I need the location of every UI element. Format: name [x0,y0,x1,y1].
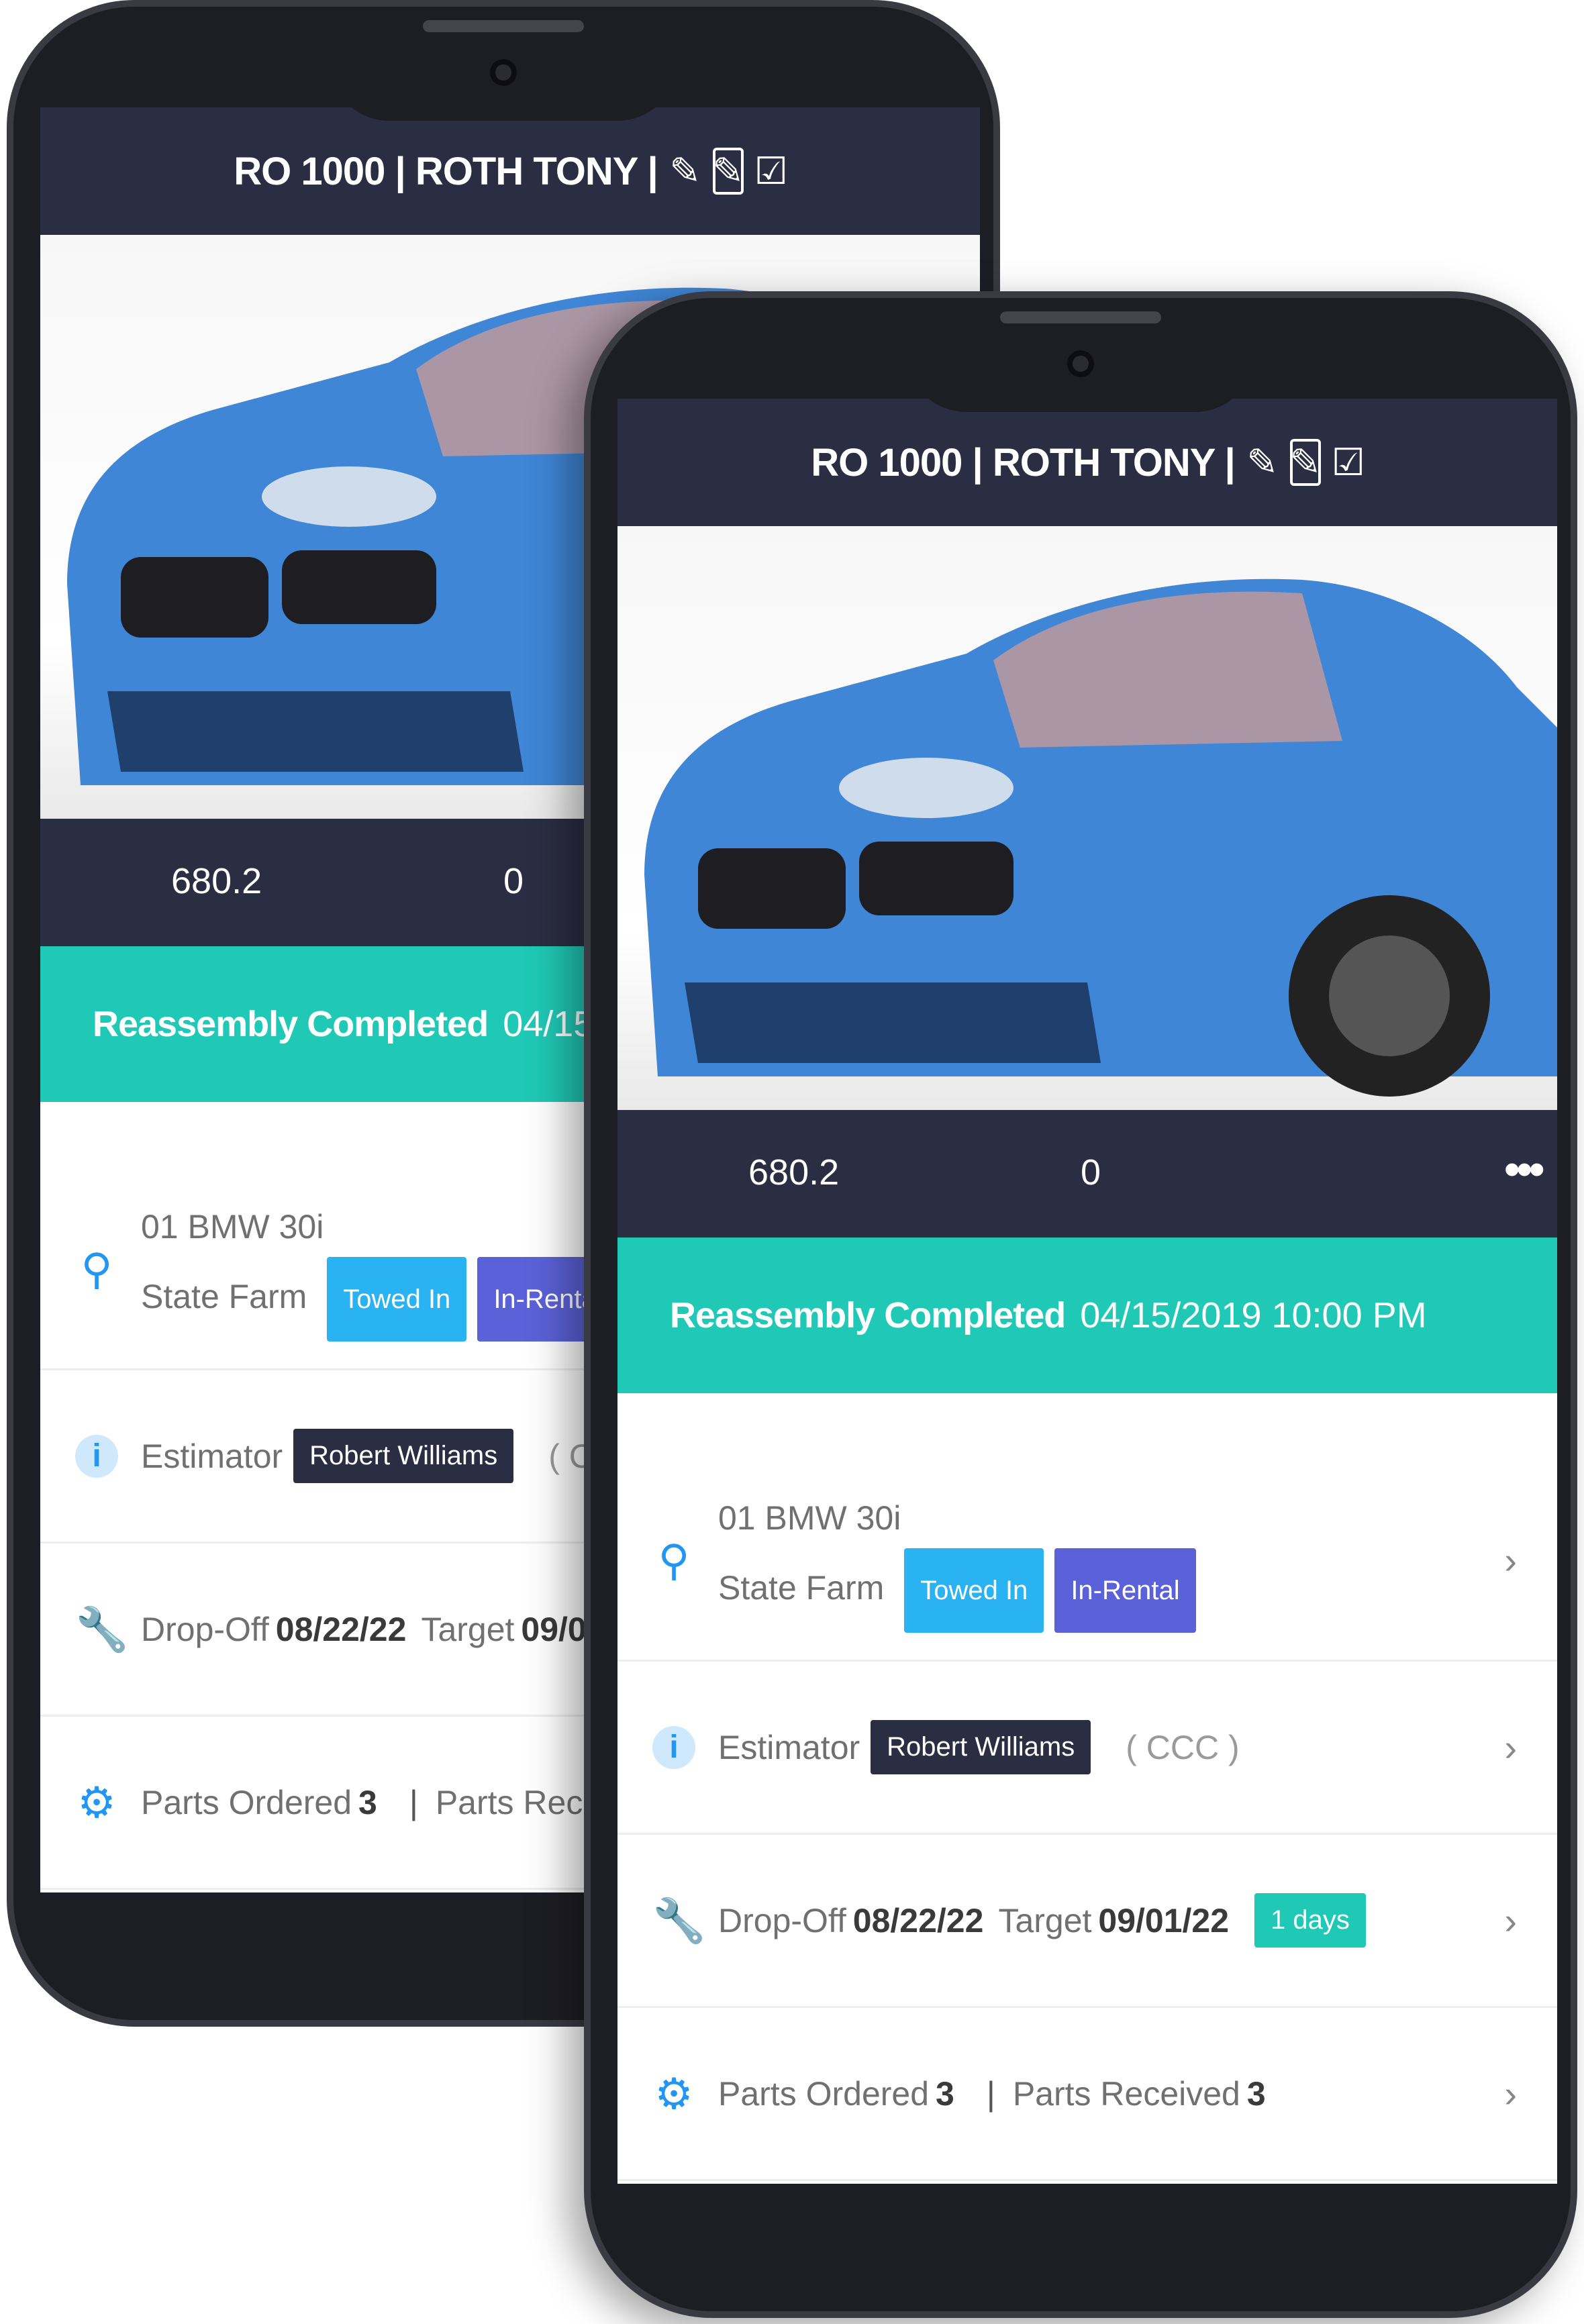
key-icon: ⚲ [658,1535,690,1584]
gear-icon: ⚙ [654,2069,693,2118]
checkbox-icon[interactable]: ☑ [754,148,788,195]
divider: | [409,1783,418,1821]
status-label: Reassembly Completed [670,1295,1066,1335]
stat-amount: 680.2 [171,861,262,901]
vehicle-photo [617,526,1557,1110]
estimator-row[interactable]: i Estimator Robert Williams ( CCC ) › [617,1662,1557,1835]
info-icon: i [75,1434,118,1478]
wrench-icon: 🔧 [652,1896,706,1945]
stats-bar: 680.2 0 ••• [617,1110,1557,1237]
estimator-name-badge: Robert Williams [293,1429,514,1483]
target-label: Target [998,1901,1092,1939]
status-datetime: 04/15/2019 10:00 PM [1080,1295,1427,1335]
detail-list: ⚲ 01 BMW 30i State Farm Towed In In-Renta… [617,1393,1557,2181]
days-badge: 1 days [1254,1893,1366,1948]
parts-ordered-label: Parts Ordered [141,1783,352,1821]
insurer-name: State Farm [141,1277,307,1315]
vehicle-name: 01 BMW 30i [718,1499,901,1537]
pencil-icon[interactable]: ✎ [1246,439,1278,486]
target-date: 09/01/22 [1098,1901,1230,1939]
estimator-system: ( CCC ) [1126,1728,1240,1766]
parts-ordered-label: Parts Ordered [718,2074,930,2113]
parts-ordered-count: 3 [936,2074,954,2113]
vehicle-row[interactable]: ⚲ 01 BMW 30i State Farm Towed In In-Renta… [617,1460,1557,1662]
phone-front: RO 1000 | ROTH TONY | ✎ ✎ ☑ 680.2 0 ••• … [584,291,1577,2318]
header-title: RO 1000 | ROTH TONY | [811,440,1235,485]
dropoff-date: 08/22/22 [275,1610,407,1648]
gear-icon: ⚙ [77,1778,116,1827]
checkbox-icon[interactable]: ☑ [1332,439,1365,486]
camera [490,59,517,86]
stat-amount: 680.2 [748,1152,840,1193]
speaker [423,20,584,32]
estimator-label: Estimator [718,1728,860,1766]
insurer-name: State Farm [718,1568,885,1607]
target-label: Target [421,1610,515,1648]
dropoff-date: 08/22/22 [852,1901,984,1939]
stat-count: 0 [1081,1152,1101,1193]
estimator-label: Estimator [141,1437,283,1475]
in-rental-badge: In-Rental [1054,1548,1196,1633]
screen: RO 1000 | ROTH TONY | ✎ ✎ ☑ 680.2 0 ••• … [617,399,1557,2184]
vehicle-name: 01 BMW 30i [141,1207,324,1246]
status-banner: Reassembly Completed 04/15/2019 10:00 PM [617,1237,1557,1393]
dates-row[interactable]: 🔧 Drop-Off 08/22/22 Target 09/01/22 1 da… [617,1835,1557,2008]
estimator-name-badge: Robert Williams [871,1720,1091,1774]
wrench-icon: 🔧 [75,1605,129,1654]
speaker [1000,311,1161,323]
towed-in-badge: Towed In [904,1548,1044,1633]
chevron-right-icon[interactable]: › [1504,1725,1517,1769]
parts-received-label: Parts Received [1012,2074,1240,2113]
edit-icon[interactable]: ✎ [1289,439,1321,486]
app-header: RO 1000 | ROTH TONY | ✎ ✎ ☑ [40,107,980,235]
divider: | [986,2074,995,2113]
parts-row[interactable]: ⚙ Parts Ordered 3 | Parts Received 3 › [617,2008,1557,2181]
stat-count: 0 [503,861,524,901]
dropoff-label: Drop-Off [718,1901,846,1939]
key-icon: ⚲ [81,1244,113,1293]
header-title: RO 1000 | ROTH TONY | [234,149,658,193]
edit-icon[interactable]: ✎ [712,148,744,195]
camera [1067,350,1094,377]
parts-ordered-count: 3 [358,1783,377,1821]
chevron-right-icon[interactable]: › [1504,1538,1517,1582]
car-illustration [644,578,1557,1097]
more-icon[interactable]: ••• [1503,1142,1544,1196]
status-label: Reassembly Completed [93,1004,489,1044]
towed-in-badge: Towed In [327,1256,467,1342]
pencil-icon[interactable]: ✎ [669,148,701,195]
chevron-right-icon[interactable]: › [1504,2072,1517,2115]
app-header: RO 1000 | ROTH TONY | ✎ ✎ ☑ [617,399,1557,526]
parts-received-count: 3 [1246,2074,1266,2113]
info-icon: i [652,1725,695,1769]
chevron-right-icon[interactable]: › [1504,1899,1517,1942]
dropoff-label: Drop-Off [141,1610,269,1648]
